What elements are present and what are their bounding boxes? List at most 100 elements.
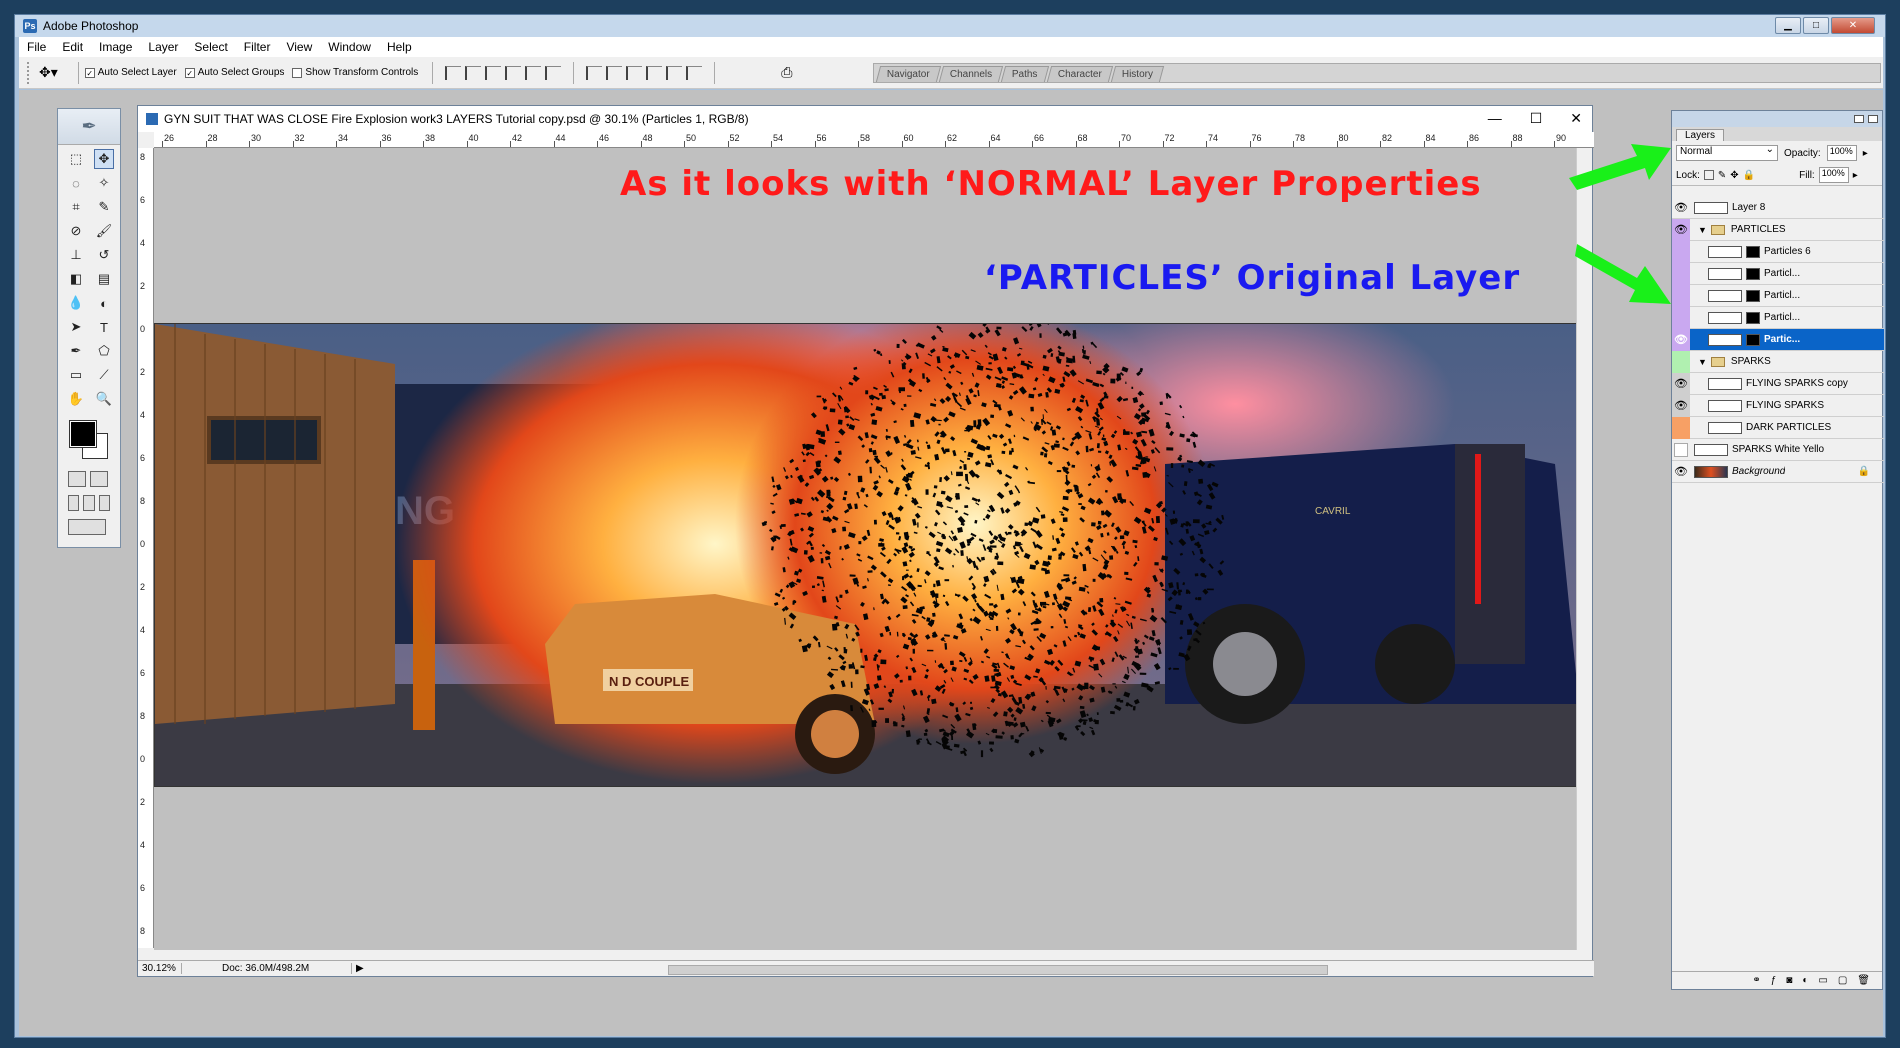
layer-row[interactable]: 👁 Background 🔒 bbox=[1672, 461, 1884, 483]
layer-mask-thumbnail[interactable] bbox=[1746, 245, 1760, 258]
adjustment-layer-icon[interactable]: ◐ bbox=[1802, 975, 1808, 986]
show-transform-controls-checkbox[interactable]: Show Transform Controls bbox=[292, 67, 418, 78]
maximize-button[interactable]: □ bbox=[1803, 17, 1829, 34]
doc-maximize-button[interactable]: ☐ bbox=[1530, 110, 1543, 127]
standard-mode-button[interactable] bbox=[68, 471, 86, 487]
magic-wand-tool-icon[interactable]: ✧ bbox=[94, 173, 114, 193]
lock-all-icon[interactable]: 🔒 bbox=[1743, 170, 1755, 181]
layer-mask-thumbnail[interactable] bbox=[1746, 289, 1760, 302]
notes-tool-icon[interactable]: ▭ bbox=[66, 365, 86, 385]
screen-mode-full[interactable] bbox=[98, 495, 110, 511]
layer-row[interactable]: DARK PARTICLES bbox=[1672, 416, 1884, 439]
marquee-tool-icon[interactable]: ⬚ bbox=[66, 149, 86, 169]
brush-tool-icon[interactable]: 🖌 bbox=[94, 221, 114, 241]
screen-mode-full-menu[interactable] bbox=[83, 495, 95, 511]
layer-row[interactable]: 👁 FLYING SPARKS bbox=[1672, 394, 1884, 417]
hand-tool-icon[interactable]: ✋ bbox=[66, 389, 86, 409]
layer-row[interactable]: Particles 6 bbox=[1672, 240, 1884, 263]
clone-stamp-icon[interactable]: ⊥ bbox=[66, 245, 86, 265]
foreground-color[interactable] bbox=[69, 420, 97, 448]
layer-mask-thumbnail[interactable] bbox=[1746, 267, 1760, 280]
layer-row[interactable]: 👁 Layer 8 bbox=[1672, 197, 1884, 219]
new-layer-icon[interactable]: ▢ bbox=[1838, 975, 1847, 986]
layer-row[interactable]: ▼ SPARKS bbox=[1672, 350, 1884, 373]
fill-field[interactable]: 100% bbox=[1818, 167, 1849, 183]
eyedropper-tool-icon[interactable]: ⟋ bbox=[94, 365, 114, 385]
doc-close-button[interactable]: ✕ bbox=[1570, 110, 1582, 127]
visibility-eye-icon[interactable] bbox=[1672, 416, 1690, 439]
opacity-field[interactable]: 100% bbox=[1826, 145, 1857, 161]
visibility-eye-icon[interactable] bbox=[1672, 350, 1690, 373]
menu-view[interactable]: View bbox=[278, 40, 320, 54]
canvas[interactable]: As it looks with ‘NORMAL’ Layer Properti… bbox=[154, 148, 1578, 950]
layer-row[interactable]: 👁 FLYING SPARKS copy bbox=[1672, 372, 1884, 395]
auto-select-layer-checkbox[interactable]: ✓ Auto Select Layer bbox=[84, 67, 177, 78]
layer-style-icon[interactable]: ƒ bbox=[1771, 975, 1777, 986]
visibility-eye-icon[interactable] bbox=[1674, 442, 1688, 457]
menu-image[interactable]: Image bbox=[91, 40, 140, 54]
layer-row[interactable]: Particl... bbox=[1672, 306, 1884, 329]
gradient-tool-icon[interactable]: ▤ bbox=[94, 269, 114, 289]
tab-layers[interactable]: Layers bbox=[1676, 129, 1725, 141]
imageready-button[interactable] bbox=[68, 519, 106, 535]
zoom-level[interactable]: 30.12% bbox=[138, 963, 182, 974]
fill-arrow-icon[interactable]: ▸ bbox=[1853, 170, 1858, 181]
slice-tool-icon[interactable]: ✎ bbox=[94, 197, 114, 217]
eraser-tool-icon[interactable]: ◧ bbox=[66, 269, 86, 289]
path-selection-icon[interactable]: ➤ bbox=[66, 317, 86, 337]
lock-paint-icon[interactable]: ✎ bbox=[1718, 170, 1726, 181]
panel-collapse-button[interactable] bbox=[1854, 115, 1864, 123]
move-tool-icon[interactable]: ✥ bbox=[94, 149, 114, 169]
panel-close-button[interactable] bbox=[1868, 115, 1878, 123]
layer-row[interactable]: 👁 Partic... bbox=[1672, 328, 1884, 351]
lock-transparency-icon[interactable] bbox=[1703, 170, 1714, 180]
visibility-eye-icon[interactable]: 👁 bbox=[1672, 328, 1690, 351]
menu-filter[interactable]: Filter bbox=[236, 40, 279, 54]
distribute-buttons[interactable] bbox=[586, 65, 703, 80]
dodge-tool-icon[interactable]: ◐ bbox=[94, 293, 114, 313]
new-group-icon[interactable]: ▭ bbox=[1818, 975, 1827, 986]
type-tool-icon[interactable]: T bbox=[94, 317, 114, 337]
minimize-button[interactable]: ▁ bbox=[1775, 17, 1801, 34]
feather-icon[interactable]: ✒ bbox=[58, 109, 120, 145]
healing-brush-icon[interactable]: ⊘ bbox=[66, 221, 86, 241]
lasso-tool-icon[interactable]: ◌ bbox=[66, 173, 86, 193]
blend-mode-select[interactable]: Normal bbox=[1676, 144, 1778, 161]
layer-row[interactable]: Particl... bbox=[1672, 262, 1884, 285]
layer-mask-thumbnail[interactable] bbox=[1746, 311, 1760, 324]
opacity-arrow-icon[interactable]: ▸ bbox=[1863, 148, 1868, 159]
lock-position-icon[interactable]: ✥ bbox=[1730, 170, 1738, 181]
status-menu-arrow[interactable]: ▶ bbox=[356, 963, 364, 974]
pen-tool-icon[interactable]: ✒ bbox=[66, 341, 86, 361]
layer-mask-thumbnail[interactable] bbox=[1746, 333, 1760, 346]
screen-mode-standard[interactable] bbox=[68, 495, 80, 511]
align-buttons[interactable] bbox=[445, 65, 562, 80]
close-button[interactable]: ✕ bbox=[1831, 17, 1875, 34]
doc-minimize-button[interactable]: — bbox=[1488, 110, 1502, 127]
menu-help[interactable]: Help bbox=[379, 40, 420, 54]
layer-row[interactable]: SPARKS White Yello bbox=[1672, 439, 1884, 461]
menu-layer[interactable]: Layer bbox=[140, 40, 186, 54]
visibility-eye-icon[interactable]: 👁 bbox=[1672, 197, 1690, 219]
layer-row[interactable]: 👁 ▼ PARTICLES bbox=[1672, 218, 1884, 241]
visibility-eye-icon[interactable]: 👁 bbox=[1672, 394, 1690, 417]
horizontal-scrollbar[interactable] bbox=[408, 963, 1574, 975]
tab-history[interactable]: History bbox=[1110, 66, 1164, 82]
crop-tool-icon[interactable]: ⌗ bbox=[66, 197, 86, 217]
delete-layer-icon[interactable]: 🗑 bbox=[1857, 975, 1870, 986]
palette-well-icon[interactable]: ⎙ bbox=[781, 64, 792, 81]
tab-character[interactable]: Character bbox=[1046, 66, 1113, 82]
visibility-eye-icon[interactable]: 👁 bbox=[1672, 372, 1690, 395]
shape-tool-icon[interactable]: ⬠ bbox=[94, 341, 114, 361]
move-tool-icon[interactable]: ✥▾ bbox=[39, 64, 58, 81]
tab-navigator[interactable]: Navigator bbox=[875, 66, 941, 82]
quick-mask-button[interactable] bbox=[90, 471, 108, 487]
link-layers-icon[interactable]: ⚭ bbox=[1752, 975, 1760, 986]
group-expand-icon[interactable]: ▼ bbox=[1698, 357, 1707, 367]
zoom-tool-icon[interactable]: 🔍 bbox=[94, 389, 114, 409]
menu-file[interactable]: File bbox=[19, 40, 54, 54]
menu-edit[interactable]: Edit bbox=[54, 40, 91, 54]
auto-select-groups-checkbox[interactable]: ✓ Auto Select Groups bbox=[184, 67, 284, 78]
visibility-eye-icon[interactable]: 👁 bbox=[1672, 461, 1690, 483]
menu-select[interactable]: Select bbox=[186, 40, 235, 54]
